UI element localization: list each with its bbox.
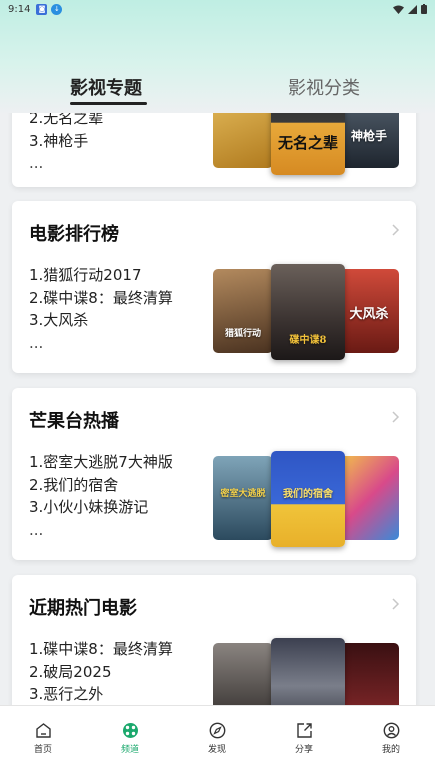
nav-label: 首页 [33, 745, 52, 755]
list-item-more: ... [29, 333, 44, 352]
poster-stack: 密室大逃脱 我们的宿舍 [213, 451, 399, 547]
topic-card[interactable]: 近期热门电影 1.碟中谍8：最终清算 2.破局2025 3.恶行之外 [12, 575, 416, 705]
nav-label: 频道 [120, 745, 139, 755]
user-icon [383, 722, 399, 739]
poster-stack [213, 638, 399, 705]
poster-image[interactable]: 猎狐行动 [213, 269, 273, 353]
tab-topics[interactable]: 影视专题 [70, 74, 142, 100]
list-item: 3.神枪手 [29, 131, 89, 150]
topic-card[interactable]: 芒果台热播 1.密室大逃脱7大神版 2.我们的宿舍 3.小伙小妹换游记 ... … [12, 388, 416, 560]
home-icon [35, 723, 51, 738]
poster-image[interactable]: 无名之辈 [271, 113, 345, 175]
card-item-list: 2.无名之辈 3.神枪手 ... [29, 113, 103, 175]
status-bar: 9:14 ◙ ↓ [0, 0, 435, 18]
share-icon [296, 723, 312, 738]
list-item-more: ... [29, 154, 44, 172]
chevron-right-icon[interactable] [390, 597, 400, 611]
poster-image[interactable] [339, 456, 399, 540]
chevron-right-icon[interactable] [390, 410, 400, 424]
list-item[interactable]: 3.大风杀 [29, 309, 173, 332]
active-tab-indicator [70, 102, 147, 105]
card-item-list: 1.碟中谍8：最终清算 2.破局2025 3.恶行之外 [29, 638, 173, 705]
card-title: 近期热门电影 [29, 598, 137, 619]
poster-image[interactable]: 密室大逃脱 [213, 456, 273, 540]
list-item[interactable]: 3.恶行之外 [29, 683, 173, 705]
compass-icon [209, 722, 225, 739]
list-item[interactable]: 1.碟中谍8：最终清算 [29, 638, 173, 661]
list-item[interactable]: 1.猎狐行动2017 [29, 264, 173, 287]
signal-icon [408, 4, 417, 14]
nav-home[interactable]: 首页 [13, 722, 73, 755]
nav-share[interactable]: 分享 [274, 722, 334, 755]
nav-discover[interactable]: 发现 [187, 722, 247, 755]
notification-app-icon: ◙ [36, 3, 48, 15]
wifi-icon [393, 5, 404, 14]
card-item-list: 1.密室大逃脱7大神版 2.我们的宿舍 3.小伙小妹换游记 ... [29, 451, 173, 541]
bottom-navigation: 首页 频道 发现 分享 我的 [0, 705, 435, 773]
poster-image[interactable] [271, 638, 345, 705]
poster-stack: 猎狐行动 碟中谍8 大风杀 [213, 264, 399, 360]
topic-card[interactable]: 电影排行榜 1.猎狐行动2017 2.碟中谍8：最终清算 3.大风杀 ... 猎… [12, 201, 416, 373]
channel-icon [122, 723, 138, 738]
list-item[interactable]: 2.碟中谍8：最终清算 [29, 287, 173, 310]
card-item-list: 1.猎狐行动2017 2.碟中谍8：最终清算 3.大风杀 ... [29, 264, 173, 354]
list-item[interactable]: 2.破局2025 [29, 661, 173, 684]
card-title: 芒果台热播 [29, 411, 119, 432]
poster-image[interactable] [213, 113, 273, 168]
poster-image[interactable]: 碟中谍8 [271, 264, 345, 360]
nav-label: 发现 [207, 745, 226, 755]
topic-list[interactable]: 2.无名之辈 3.神枪手 ... 无名之辈 神枪手 电影排行榜 1.猎狐行动20… [0, 113, 435, 705]
card-title: 电影排行榜 [29, 224, 119, 245]
nav-label: 我的 [381, 745, 400, 755]
list-item[interactable]: 2.我们的宿舍 [29, 474, 173, 497]
status-time: 9:14 [8, 3, 31, 15]
list-item[interactable]: 1.密室大逃脱7大神版 [29, 451, 173, 474]
tab-categories[interactable]: 影视分类 [288, 74, 360, 100]
poster-image[interactable]: 我们的宿舍 [271, 451, 345, 547]
nav-label: 分享 [294, 745, 313, 755]
poster-image[interactable]: 神枪手 [339, 113, 399, 168]
poster-stack: 无名之辈 神枪手 [213, 113, 399, 175]
top-tabs: 影视专题 影视分类 [0, 70, 435, 110]
poster-image[interactable] [213, 643, 273, 705]
list-item: 2.无名之辈 [29, 113, 104, 127]
poster-image[interactable] [339, 643, 399, 705]
list-item-more: ... [29, 520, 44, 539]
battery-icon [421, 4, 427, 14]
topic-card[interactable]: 2.无名之辈 3.神枪手 ... 无名之辈 神枪手 [12, 113, 416, 187]
download-icon: ↓ [51, 3, 63, 15]
nav-channel[interactable]: 频道 [100, 722, 160, 755]
list-item[interactable]: 3.小伙小妹换游记 [29, 496, 173, 519]
chevron-right-icon[interactable] [390, 223, 400, 237]
poster-image[interactable]: 大风杀 [339, 269, 399, 353]
nav-profile[interactable]: 我的 [361, 722, 421, 755]
